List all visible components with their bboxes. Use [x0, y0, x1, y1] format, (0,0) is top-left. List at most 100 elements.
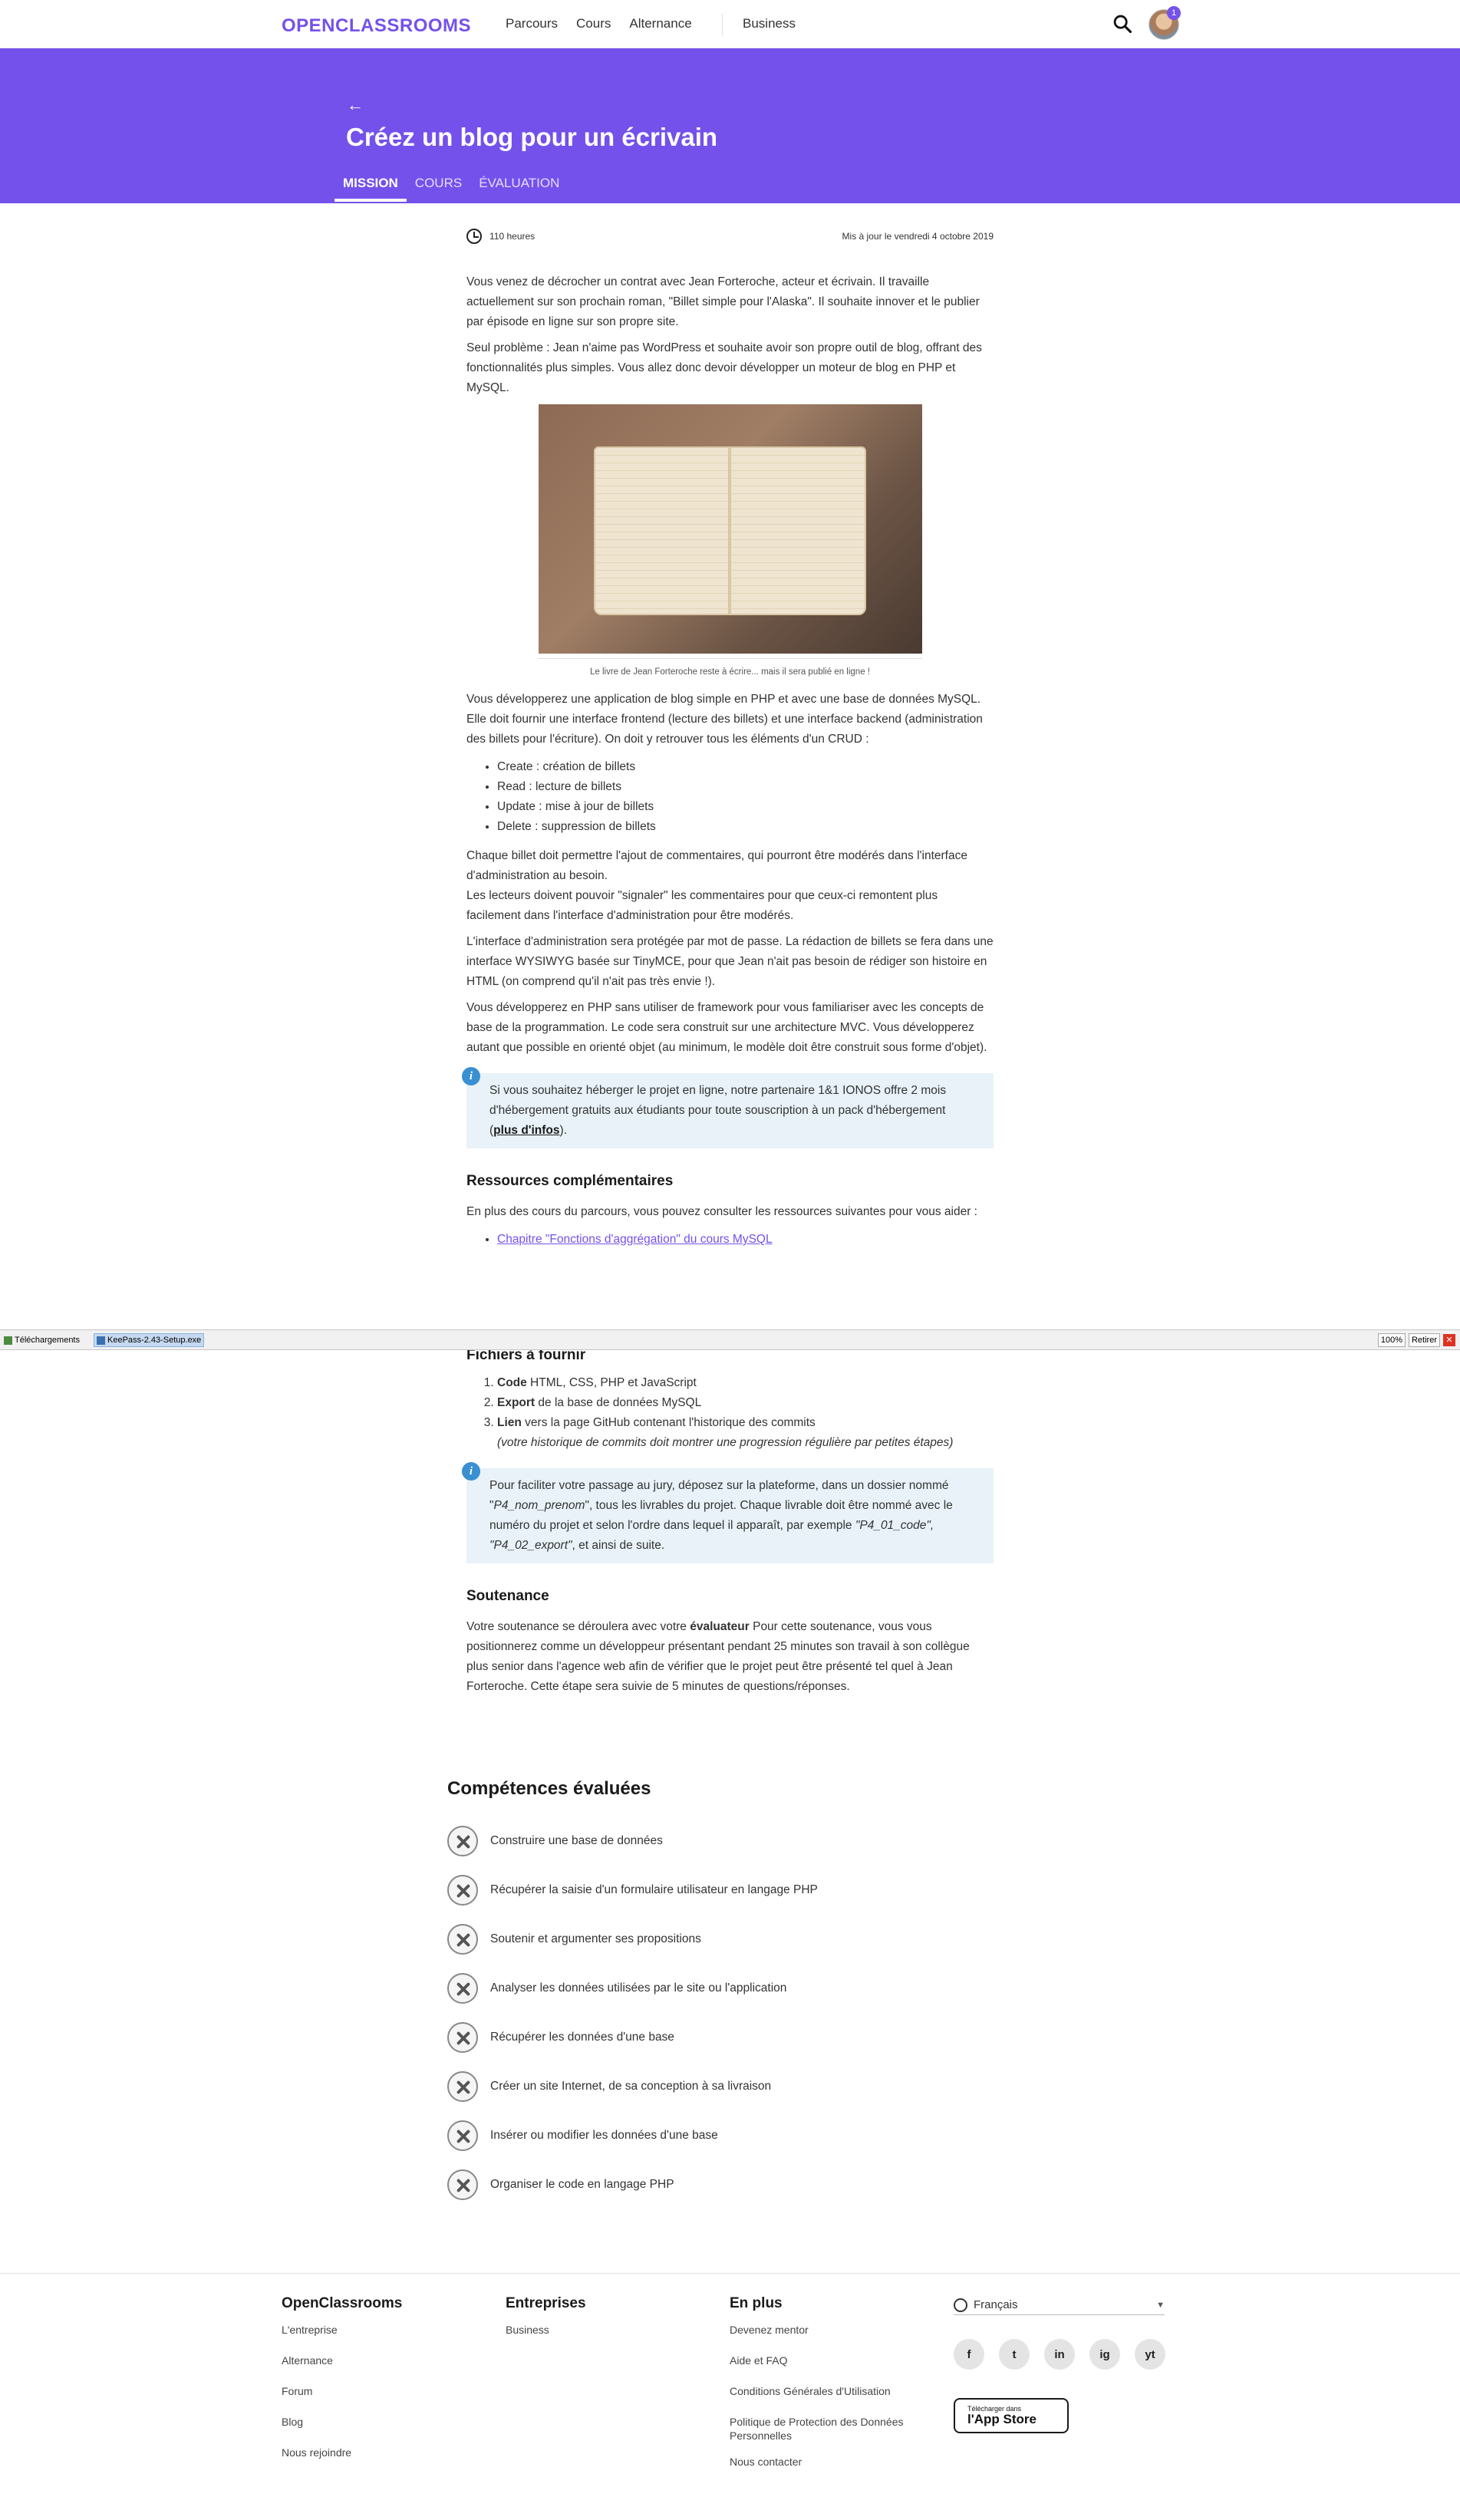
- list-item: Read : lecture de billets: [497, 777, 994, 797]
- hosting-info-box: i Si vous souhaitez héberger le projet e…: [462, 1067, 994, 1148]
- skill-item: Analyser les données utilisées par le si…: [447, 1964, 1015, 2013]
- tools-icon: [447, 2169, 478, 2200]
- download-file-item[interactable]: KeePass-2.43-Setup.exe: [94, 1333, 205, 1347]
- list-item: Update : mise à jour de billets: [497, 797, 994, 817]
- twitter-icon[interactable]: t: [999, 2339, 1030, 2370]
- book-figure: Le livre de Jean Forteroche reste à écri…: [538, 404, 922, 682]
- back-arrow-icon[interactable]: ←: [347, 95, 364, 115]
- clock-icon: [466, 229, 482, 244]
- crud-list: Create : création de billets Read : lect…: [497, 757, 994, 837]
- footer-col-en-plus: En plus Devenez mentor Aide et FAQ Condi…: [730, 2295, 937, 2485]
- skill-item: Organiser le code en langage PHP: [447, 2160, 1015, 2209]
- facebook-icon[interactable]: f: [954, 2339, 984, 2370]
- more-info-link[interactable]: plus d'infos: [493, 1124, 559, 1137]
- skill-item: Soutenir et argumenter ses propositions: [447, 1915, 1015, 1964]
- linkedin-icon[interactable]: in: [1044, 2339, 1075, 2370]
- main-nav: Parcours Cours Alternance: [506, 16, 692, 31]
- nav-parcours[interactable]: Parcours: [506, 16, 558, 31]
- list-item: Create : création de billets: [497, 757, 994, 777]
- footer-link[interactable]: Devenez mentor: [730, 2323, 937, 2354]
- openclassrooms-logo[interactable]: OPENCLASSROOMS: [282, 15, 471, 37]
- footer-link[interactable]: Blog: [282, 2415, 402, 2446]
- tools-icon: [447, 2071, 478, 2102]
- mission-paragraph: Seul problème : Jean n'aime pas WordPres…: [466, 341, 982, 394]
- footer-link[interactable]: Alternance: [282, 2354, 402, 2384]
- tools-icon: [447, 2022, 478, 2053]
- zoom-level[interactable]: 100%: [1377, 1333, 1406, 1347]
- footer-link[interactable]: Forum: [282, 2384, 402, 2415]
- tools-icon: [447, 1826, 478, 1856]
- footer-link[interactable]: Nous rejoindre: [282, 2446, 402, 2476]
- top-navbar: OPENCLASSROOMS Parcours Cours Alternance…: [0, 0, 1460, 48]
- mission-paragraph: Vous développerez une application de blo…: [466, 693, 983, 746]
- duration: 110 heures: [489, 231, 536, 242]
- globe-icon: [954, 2298, 967, 2312]
- search-icon[interactable]: [1112, 13, 1133, 35]
- footer: OpenClassrooms L'entreprise Alternance F…: [0, 2273, 1460, 2520]
- mission-paragraph: Vous développerez en PHP sans utiliser d…: [466, 1001, 987, 1054]
- footer-link[interactable]: Business: [506, 2323, 586, 2354]
- tab-mission[interactable]: MISSION: [335, 172, 407, 202]
- skill-item: Insérer ou modifier les données d'une ba…: [447, 2111, 1015, 2160]
- tab-cours[interactable]: COURS: [407, 172, 470, 202]
- file-icon: [97, 1336, 105, 1345]
- list-item: Delete : suppression de billets: [497, 817, 994, 837]
- footer-link[interactable]: Nous contacter: [730, 2455, 937, 2485]
- nav-cours[interactable]: Cours: [576, 16, 611, 31]
- footer-link[interactable]: L'entreprise: [282, 2323, 402, 2354]
- language-select[interactable]: Français ▼: [954, 2295, 1165, 2315]
- footer-link[interactable]: Conditions Générales d'Utilisation: [730, 2384, 937, 2415]
- defense-text: Votre soutenance se déroulera avec votre…: [466, 1620, 970, 1693]
- skills-heading: Compétences évaluées: [447, 1778, 651, 1799]
- downloads-button[interactable]: Téléchargements: [2, 1333, 82, 1347]
- course-meta: 110 heures Mis à jour le vendredi 4 octo…: [466, 225, 994, 248]
- chevron-down-icon: ▼: [1156, 2300, 1165, 2310]
- tab-evaluation[interactable]: ÉVALUATION: [470, 172, 568, 202]
- list-item: Code HTML, CSS, PHP et JavaScript: [497, 1373, 994, 1393]
- footer-col-openclassrooms: OpenClassrooms L'entreprise Alternance F…: [282, 2295, 402, 2476]
- open-book-image: [538, 404, 922, 654]
- updated-date: Mis à jour le vendredi 4 octobre 2019: [842, 231, 994, 242]
- mission-paragraph: L'interface d'administration sera protég…: [466, 935, 994, 988]
- skills-section: Compétences évaluées Construire une base…: [447, 1778, 1015, 2209]
- list-item: Lien vers la page GitHub contenant l'his…: [497, 1413, 994, 1453]
- defense-heading: Soutenance: [466, 1588, 549, 1604]
- info-icon: i: [462, 1462, 480, 1481]
- social-links: f t in ig yt: [954, 2339, 1165, 2370]
- footer-link[interactable]: Politique de Protection des Données Pers…: [730, 2415, 937, 2455]
- image-caption: Le livre de Jean Forteroche reste à écri…: [538, 658, 922, 682]
- download-icon: [4, 1336, 12, 1345]
- tools-icon: [447, 2120, 478, 2151]
- youtube-icon[interactable]: yt: [1135, 2339, 1165, 2370]
- skill-item: Créer un site Internet, de sa conception…: [447, 2062, 1015, 2111]
- resources-heading: Ressources complémentaires: [466, 1173, 674, 1189]
- instagram-icon[interactable]: ig: [1089, 2339, 1120, 2370]
- skill-item: Récupérer la saisie d'un formulaire util…: [447, 1866, 1015, 1915]
- retract-button[interactable]: Retirer: [1408, 1333, 1440, 1347]
- mission-paragraph: Les lecteurs doivent pouvoir "signaler" …: [466, 889, 938, 922]
- footer-link[interactable]: Aide et FAQ: [730, 2354, 937, 2384]
- nav-divider: [722, 14, 723, 35]
- tools-icon: [447, 1924, 478, 1955]
- footer-col-entreprises: Entreprises Business: [506, 2295, 586, 2354]
- nav-alternance[interactable]: Alternance: [629, 16, 691, 31]
- mission-content: 110 heures Mis à jour le vendredi 4 octo…: [462, 225, 994, 1259]
- course-tabs: MISSION COURS ÉVALUATION: [335, 172, 568, 202]
- list-item: Export de la base de données MySQL: [497, 1393, 994, 1413]
- page-title: Créez un blog pour un écrivain: [346, 123, 718, 151]
- deliverables-list: Code HTML, CSS, PHP et JavaScript Export…: [497, 1373, 994, 1453]
- mysql-chapter-link[interactable]: Chapitre "Fonctions d'aggrégation" du co…: [497, 1233, 773, 1246]
- tools-icon: [447, 1875, 478, 1906]
- submission-info-box: i Pour faciliter votre passage au jury, …: [462, 1462, 994, 1563]
- download-bar: Téléchargements KeePass-2.43-Setup.exe 1…: [0, 1329, 1460, 1350]
- nav-business[interactable]: Business: [743, 16, 796, 31]
- course-hero: [0, 48, 1460, 203]
- resources-list: Chapitre "Fonctions d'aggrégation" du co…: [497, 1230, 994, 1250]
- mission-paragraph: Vous venez de décrocher un contrat avec …: [466, 275, 980, 328]
- close-icon[interactable]: ✕: [1443, 1334, 1455, 1346]
- skill-item: Construire une base de données: [447, 1817, 1015, 1866]
- notification-badge: 1: [1167, 6, 1181, 20]
- tools-icon: [447, 1973, 478, 2004]
- skill-item: Récupérer les données d'une base: [447, 2013, 1015, 2062]
- app-store-badge[interactable]: Télécharger dans l'App Store: [954, 2398, 1069, 2433]
